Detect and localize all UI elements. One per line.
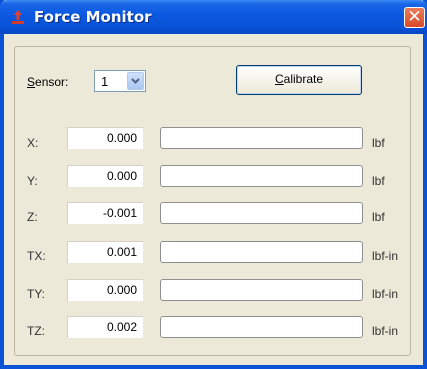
axis-label: Y: xyxy=(27,174,38,188)
title-bar[interactable]: Force Monitor ✕ xyxy=(0,0,427,34)
torque-bar xyxy=(160,316,363,338)
force-bar xyxy=(160,127,363,149)
window-title: Force Monitor xyxy=(34,8,152,26)
unit-label: lbf-in xyxy=(372,287,399,301)
force-bar xyxy=(160,202,363,224)
unit-label: lbf xyxy=(372,210,385,224)
axis-label: TY: xyxy=(27,287,46,301)
force-arrow-icon xyxy=(12,10,24,24)
axis-label: Z: xyxy=(27,210,38,224)
calibrate-label-rest: alibrate xyxy=(283,72,324,86)
value-field[interactable]: 0.001 xyxy=(67,241,143,263)
calibrate-label-accel: C xyxy=(274,72,284,86)
close-button[interactable]: ✕ xyxy=(404,7,425,28)
sensor-label: Sensor: xyxy=(27,75,68,89)
unit-label: lbf xyxy=(372,174,385,188)
value-field[interactable]: 0.002 xyxy=(67,316,143,338)
close-icon: ✕ xyxy=(407,7,422,27)
sensor-label-accel: S xyxy=(27,75,36,89)
torque-bar xyxy=(160,279,363,301)
calibrate-button[interactable]: Calibrate xyxy=(236,65,362,95)
unit-label: lbf xyxy=(372,136,385,150)
sensor-label-rest: ensor: xyxy=(35,75,69,89)
sensor-select[interactable]: 1 xyxy=(94,70,146,92)
chevron-down-icon xyxy=(131,78,140,84)
sensor-select-value: 1 xyxy=(101,74,109,89)
unit-label: lbf-in xyxy=(372,324,399,338)
value-field[interactable]: -0.001 xyxy=(67,202,143,224)
sensor-dropdown-button[interactable] xyxy=(127,72,144,90)
axis-label: X: xyxy=(27,136,39,150)
value-field[interactable]: 0.000 xyxy=(67,127,143,149)
force-bar xyxy=(160,165,363,187)
axis-label: TZ: xyxy=(27,324,45,338)
value-field[interactable]: 0.000 xyxy=(67,165,143,187)
unit-label: lbf-in xyxy=(372,249,399,263)
value-field[interactable]: 0.000 xyxy=(67,279,143,301)
axis-label: TX: xyxy=(27,249,46,263)
torque-bar xyxy=(160,241,363,263)
